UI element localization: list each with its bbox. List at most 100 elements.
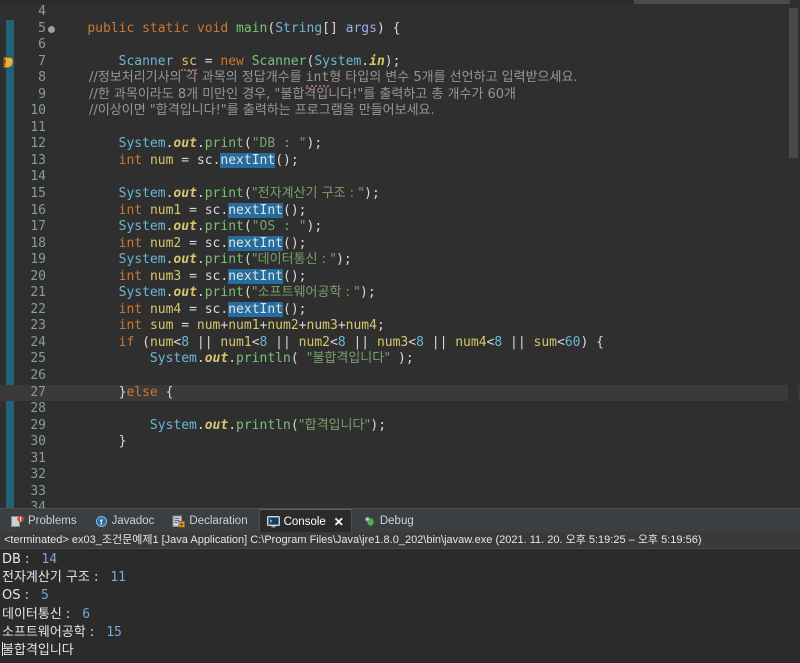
code-token: 8 <box>416 334 424 350</box>
editor-vertical-scrollbar[interactable] <box>788 8 798 508</box>
code-text: if (num<8 || num1<8 || num2<8 || num3<8 … <box>56 335 604 352</box>
code-line[interactable]: 22 int num4 = sc.nextInt(); <box>0 301 800 319</box>
code-line[interactable]: 31 <box>0 451 800 468</box>
code-line[interactable]: 24 if (num<8 || num1<8 || num2<8 || num3… <box>0 335 800 352</box>
code-line[interactable]: 17 System.out.print("OS : "); <box>0 219 800 236</box>
code-token: num2 <box>149 235 182 251</box>
console-line: OS : 5 <box>2 587 800 605</box>
code-token: int <box>118 235 143 251</box>
code-line[interactable]: 27 }else { <box>0 384 800 402</box>
code-token: new <box>220 53 244 69</box>
console-output[interactable]: DB : 14 전자계산기 구조 : 11 OS : 5 데이터통신 : 6 소프트웨어… <box>0 549 800 660</box>
editor-scrollbar-thumb[interactable] <box>789 8 798 158</box>
code-line[interactable]: 28 <box>0 401 800 418</box>
code-line[interactable]: 7 Scanner sc = new Scanner(System.in); <box>0 53 800 71</box>
line-number: 22 <box>30 301 46 317</box>
code-token: (); <box>283 235 307 251</box>
tab-javadoc[interactable]: Javadoc <box>88 509 162 533</box>
code-token: out <box>173 252 197 268</box>
code-line[interactable]: 14 <box>0 169 800 186</box>
code-line[interactable]: 9 //한 과목이라도 8개 미만인 경우, "불합격입니다!"를 출력하고 총… <box>0 87 800 104</box>
code-token: num2 <box>298 334 330 350</box>
code-text: //이상이면 "합격입니다!"를 출력하는 프로그램을 만들어보세요. <box>56 103 435 120</box>
tab-declaration[interactable]: Declaration <box>165 509 254 533</box>
console-input-value: 6 <box>74 606 91 622</box>
code-token: num4 <box>345 318 377 334</box>
code-text: System.out.print("OS : "); <box>56 219 323 236</box>
tab-label: Declaration <box>189 515 248 527</box>
breakpoint-dot-icon[interactable] <box>48 25 55 33</box>
code-text: int sum = num+num1+num2+num3+num4; <box>56 318 385 335</box>
code-line[interactable]: 19 System.out.print("데이터통신 : "); <box>0 252 800 269</box>
line-number: 24 <box>30 334 46 350</box>
code-token: num2 <box>267 318 299 334</box>
tab-debug[interactable]: Debug <box>356 509 421 533</box>
code-line[interactable]: 23 int sum = num+num1+num2+num3+num4; <box>0 318 800 335</box>
code-line[interactable]: 32 <box>0 467 800 484</box>
code-token: sum <box>533 334 557 350</box>
code-line[interactable]: 30 } <box>0 434 800 451</box>
code-line[interactable]: 12 System.out.print("DB : "); <box>0 136 800 153</box>
code-token: . <box>196 417 205 433</box>
console-prompt: DB : <box>2 552 34 567</box>
code-line[interactable]: 21 System.out.print("소프트웨어공학 : "); <box>0 285 800 302</box>
code-token: System <box>149 351 197 367</box>
code-line[interactable]: 26 <box>0 368 800 385</box>
tab-problems[interactable]: Problems <box>4 509 84 533</box>
code-token: 형 타입의 변수 5개를 선언하고 입력받으세요. <box>329 70 578 86</box>
code-token: = <box>173 318 197 334</box>
code-text: int num4 = sc.nextInt(); <box>56 301 307 319</box>
bottom-panel-tabbar[interactable]: Problems Javadoc Declaration Console ✕ Debug <box>0 508 800 533</box>
code-line[interactable]: 6 <box>0 37 800 54</box>
code-token: . <box>196 136 205 152</box>
code-line[interactable]: 13 int num = sc.nextInt(); <box>0 152 800 170</box>
line-number: 19 <box>30 252 46 268</box>
code-token: . <box>228 417 237 433</box>
code-token: Scanner <box>251 53 307 69</box>
code-token: sum <box>149 318 174 334</box>
code-token: "데이터통신 : " <box>251 252 337 268</box>
code-token: nextInt <box>228 202 284 218</box>
close-icon[interactable]: ✕ <box>334 515 344 529</box>
code-line[interactable]: 8 //정보처리기사의 각 과목의 정답개수를 int형 타입의 변수 5개를 … <box>0 70 800 88</box>
code-line[interactable]: 20 int num3 = sc.nextInt(); <box>0 268 800 286</box>
code-token: num1 <box>149 202 182 218</box>
code-text: public static void main(String[] args) { <box>56 21 400 38</box>
code-text: int num1 = sc.nextInt(); <box>56 202 307 220</box>
code-line[interactable]: 34 <box>0 500 800 508</box>
code-line[interactable]: 10 //이상이면 "합격입니다!"를 출력하는 프로그램을 만들어보세요. <box>0 103 800 120</box>
code-line[interactable]: 5 public static void main(String[] args)… <box>0 21 800 38</box>
code-token: System <box>314 53 362 69</box>
code-line[interactable]: 18 int num2 = sc.nextInt(); <box>0 235 800 253</box>
code-token: nextInt <box>228 235 284 251</box>
code-token: "전자계산기 구조 : " <box>251 186 365 202</box>
code-token: num <box>196 318 221 334</box>
code-line[interactable]: 15 System.out.print("전자계산기 구조 : "); <box>0 186 800 203</box>
code-line[interactable]: 33 <box>0 484 800 501</box>
code-line[interactable]: 25 System.out.println( "불합격입니다" ); <box>0 351 800 368</box>
code-editor[interactable]: 45 public static void main(String[] args… <box>0 4 800 508</box>
code-line[interactable]: 16 int num1 = sc.nextInt(); <box>0 202 800 220</box>
code-token: int <box>118 268 143 284</box>
code-token: [] <box>322 20 346 36</box>
console-input-value: 14 <box>33 552 58 567</box>
console-panel[interactable]: <terminated> ex03_조건문예제1 [Java Applicati… <box>0 532 800 663</box>
code-token: (); <box>283 301 307 317</box>
code-line[interactable]: 29 System.out.println("합격입니다"); <box>0 418 800 435</box>
code-line[interactable]: 11 <box>0 120 800 137</box>
console-input-value: 11 <box>102 570 126 586</box>
console-line: 전자계산기 구조 : 11 <box>2 569 800 587</box>
code-line[interactable]: 4 <box>0 4 800 21</box>
code-text: System.out.println( "불합격입니다" ); <box>56 351 414 368</box>
tab-console[interactable]: Console ✕ <box>258 509 352 533</box>
code-token: System <box>118 186 166 202</box>
console-icon <box>266 515 280 528</box>
